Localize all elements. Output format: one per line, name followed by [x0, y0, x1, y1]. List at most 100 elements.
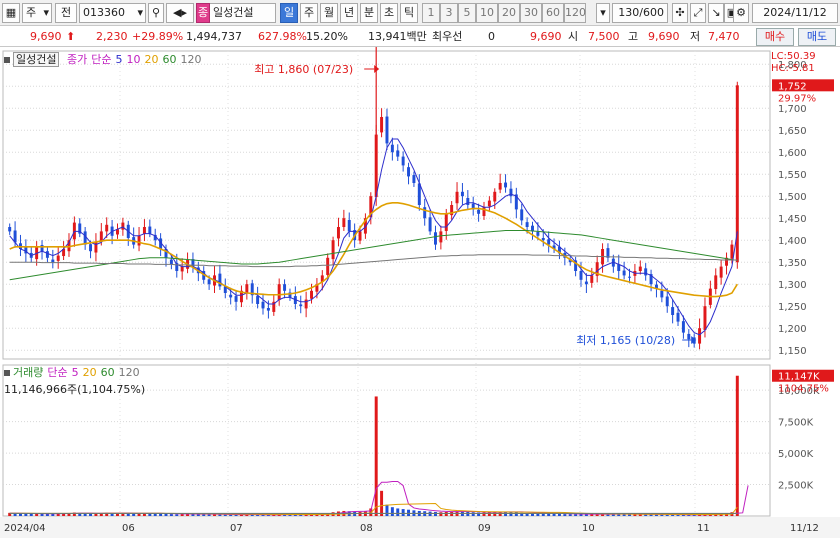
hc-label: HC:-5.81	[771, 63, 815, 74]
volume-summary: 11,146,966주(1,104.75%)	[4, 383, 146, 396]
period-tab[interactable]: 틱	[400, 3, 418, 23]
volume-bar	[29, 513, 33, 516]
turnover-rate: 15.20%	[306, 30, 348, 43]
crosshair-icon[interactable]: ✣	[672, 3, 688, 23]
panel-handle-icon[interactable]	[4, 57, 10, 63]
interval-button[interactable]: 10	[476, 3, 498, 23]
candle-body	[105, 224, 109, 232]
volume-ratio: 627.98%	[258, 30, 307, 43]
interval-button[interactable]: 60	[542, 3, 564, 23]
candle-body	[266, 307, 270, 311]
candle-body	[687, 333, 691, 340]
zoom-icon[interactable]: ⤢	[690, 3, 706, 23]
interval-button[interactable]: 3	[440, 3, 458, 23]
period-tab[interactable]: 주	[300, 3, 318, 23]
volume-bar	[628, 514, 631, 516]
candle-body	[455, 191, 459, 204]
period-tab[interactable]: 월	[320, 3, 338, 23]
candle-body	[498, 183, 502, 190]
trend-icon[interactable]: ↘	[708, 3, 724, 23]
volume-bar	[390, 507, 394, 516]
candle-body	[439, 231, 443, 243]
candle-body	[207, 279, 211, 285]
volume-bar	[487, 512, 491, 516]
price-tick-label: 1,550	[778, 170, 807, 181]
current-pct-label: 29.97%	[778, 93, 816, 104]
prev-button[interactable]: 전	[55, 3, 77, 23]
candle-body	[380, 117, 384, 133]
candle-body	[137, 235, 141, 246]
x-tick-label: 11	[697, 523, 710, 534]
volume-tick-label: 2,500K	[778, 481, 814, 492]
buy-button[interactable]: 매수	[756, 28, 794, 46]
candle-body	[234, 296, 238, 302]
volume-value: 1,494,737	[186, 30, 242, 43]
volume-name-legend: 거래량	[13, 366, 44, 379]
volume-bar	[557, 513, 561, 516]
ma10-legend: 10	[126, 53, 141, 66]
interval-button[interactable]: 5	[458, 3, 476, 23]
vma60-legend: 60	[100, 366, 115, 379]
interval-button[interactable]: 1	[422, 3, 440, 23]
chevron-down-icon: ▾	[43, 6, 49, 19]
high-price: 9,690	[648, 30, 680, 43]
x-tick-label: 11/12	[790, 523, 819, 534]
volume-bar	[380, 490, 384, 516]
high-label: 고	[628, 30, 639, 43]
candle-body	[310, 290, 314, 299]
candle-body	[8, 227, 12, 232]
price-change: 2,230	[96, 30, 128, 43]
speaker-icon[interactable]: ◀▸	[166, 3, 194, 23]
open-price: 7,500	[588, 30, 620, 43]
candle-body	[665, 296, 669, 307]
candle-body	[99, 231, 103, 241]
candle-body	[390, 144, 394, 153]
volume-bar	[439, 512, 443, 516]
candle-body	[628, 276, 631, 278]
interval-button[interactable]: 30	[520, 3, 542, 23]
candle-body	[617, 264, 621, 271]
search-icon[interactable]: ⚲	[148, 3, 164, 23]
stock-code-input[interactable]: 013360 ▾	[79, 3, 146, 23]
candle-body	[89, 244, 93, 252]
dropdown-button[interactable]: ▾	[596, 3, 610, 23]
interval-button[interactable]: 120	[564, 3, 586, 23]
period-tab[interactable]: 일	[280, 3, 298, 23]
settings-gear-icon[interactable]: ⚙	[733, 3, 749, 23]
toolbar: ▦ 주 ▾ 전 013360 ▾ ⚲ ◀▸ 종 일성건설 일 주 월 년 분 초 틱 1 3 5 10 2…	[0, 0, 840, 26]
period-tab[interactable]: 초	[380, 3, 398, 23]
chevron-down-icon: ▾	[137, 6, 143, 19]
candle-body	[299, 304, 303, 307]
price-tick-label: 1,500	[778, 192, 807, 203]
stock-name-field[interactable]: 일성건설	[210, 3, 276, 23]
price-tick-label: 1,250	[778, 302, 807, 313]
ma120-legend: 120	[180, 53, 202, 66]
x-tick-label: 09	[478, 523, 491, 534]
page-count: 130/600	[612, 3, 668, 23]
volume-bar	[547, 513, 551, 516]
candle-body	[407, 167, 411, 177]
market-select[interactable]: 주 ▾	[22, 3, 52, 23]
stock-chart[interactable]: 1,150 1,200 1,250 1,300 1,350 1,400 1,450 1,500…	[0, 47, 840, 538]
panel-handle-icon[interactable]	[4, 370, 10, 376]
price-tick-label: 1,300	[778, 280, 807, 291]
volume-bar	[24, 513, 28, 516]
candle-body	[358, 231, 362, 241]
chart-menu-icon[interactable]: ▦	[2, 3, 20, 23]
sell-button[interactable]: 매도	[798, 28, 836, 46]
vma20-legend: 20	[82, 366, 97, 379]
candle-body	[433, 232, 437, 245]
candle-body	[584, 281, 588, 285]
interval-button[interactable]: 20	[498, 3, 520, 23]
date-field[interactable]: 2024/11/12	[752, 3, 838, 23]
volume-bar	[169, 514, 173, 516]
volume-tick-label: 7,500K	[778, 418, 814, 429]
price-tick-label: 1,650	[778, 126, 807, 137]
period-tab[interactable]: 년	[340, 3, 358, 23]
candle-body	[83, 231, 87, 245]
period-tab[interactable]: 분	[360, 3, 378, 23]
volume-bar	[164, 513, 168, 516]
candle-body	[698, 328, 702, 344]
ma20-legend: 20	[144, 53, 159, 66]
candle-body	[148, 226, 152, 234]
